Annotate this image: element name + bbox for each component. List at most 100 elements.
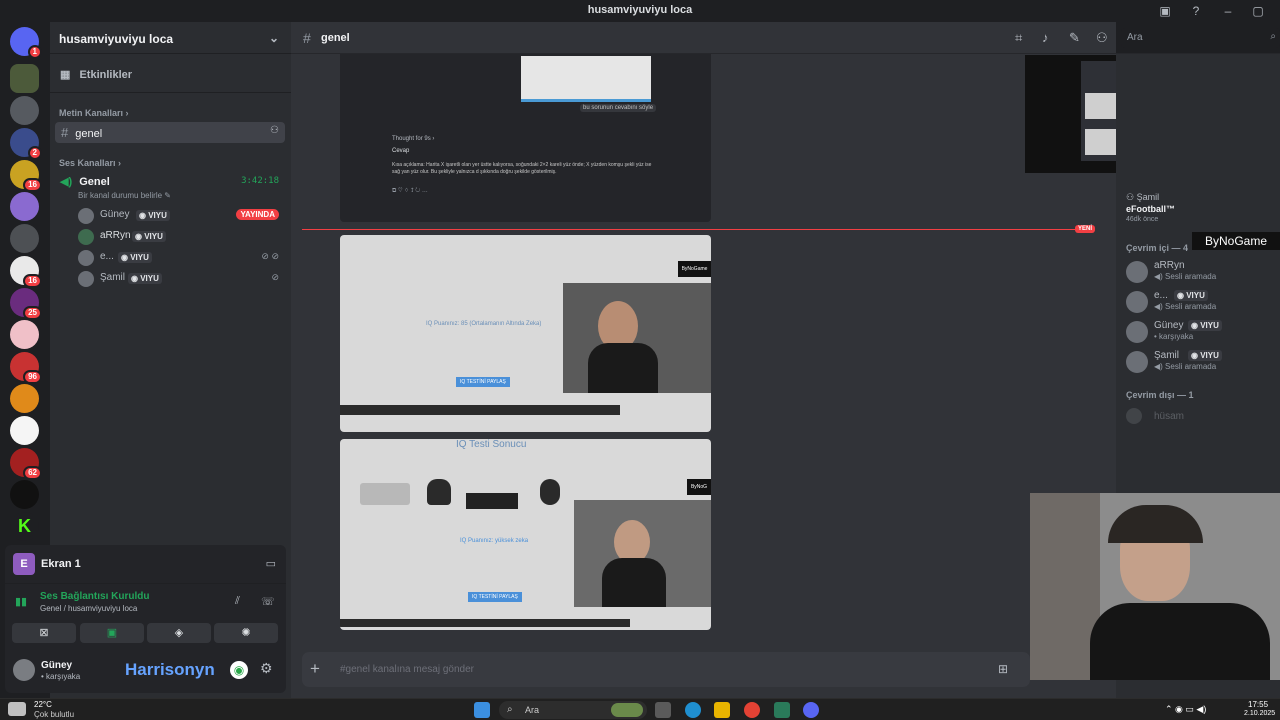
message-composer[interactable]: + #genel kanalına mesaj gönder ⊞: [302, 652, 1030, 687]
threads-icon[interactable]: ⌗: [1015, 30, 1022, 46]
iq-result-text: IQ Puanınız: yüksek zeka: [460, 538, 529, 544]
server-icon[interactable]: [10, 480, 39, 509]
search-input[interactable]: Ara ⌕: [1121, 28, 1280, 48]
voice-channel-genel[interactable]: ◀) Genel 3:42:18: [60, 175, 285, 188]
voice-category[interactable]: Ses Kanalları ›: [59, 158, 121, 168]
taskbar-search[interactable]: ⌕ Ara: [499, 701, 647, 719]
voice-status-prompt[interactable]: Bir kanal durumu belirle ✎: [78, 191, 171, 200]
channel-item-genel[interactable]: # genel ⚇: [55, 122, 285, 143]
bell-icon[interactable]: ♪: [1042, 30, 1049, 45]
mic-icon[interactable]: ◉: [230, 661, 248, 679]
stream-avatar: E: [13, 553, 35, 575]
server-icon[interactable]: 96: [10, 352, 42, 384]
server-icon[interactable]: [10, 96, 39, 125]
server-icon[interactable]: [10, 320, 39, 349]
events-item[interactable]: ▦ Etkinlikler: [60, 68, 132, 81]
message-image[interactable]: [521, 56, 651, 102]
discord-home-icon[interactable]: 1: [10, 27, 42, 59]
pin-icon[interactable]: ✎: [1069, 30, 1080, 46]
noise-suppression-icon[interactable]: ⫽: [235, 595, 240, 608]
help-icon[interactable]: ?: [1188, 3, 1204, 19]
server-icon[interactable]: [10, 64, 39, 93]
disconnect-icon[interactable]: ☏: [261, 595, 275, 608]
voice-user[interactable]: Şamil ◉ VIYU ⊘: [78, 270, 283, 288]
camera-button[interactable]: ⊠: [12, 623, 76, 643]
app-icon[interactable]: [774, 702, 790, 718]
muted-icon: ⊘: [271, 272, 279, 282]
reply-label: Cevap: [392, 148, 410, 154]
connection-status[interactable]: Ses Bağlantısı Kuruldu: [40, 591, 149, 602]
member-item[interactable]: hüsam: [1126, 405, 1276, 433]
activity-button[interactable]: ◈: [147, 623, 211, 643]
webcam-overlay: [563, 283, 711, 393]
task-view-icon[interactable]: [655, 702, 671, 718]
avatar: [78, 208, 94, 224]
hash-icon: #: [303, 30, 311, 46]
gift-icon[interactable]: ⊞: [998, 662, 1008, 676]
message-actions[interactable]: ⧉ ♡ ♢ ↥ ↻ …: [392, 188, 428, 195]
member-item[interactable]: Güney ◉ VIYU • karşıyaka: [1126, 318, 1276, 346]
windows-start-icon[interactable]: [474, 702, 490, 718]
screenshot-image[interactable]: ByNoGame IQ Puanınız: 85 (Ortalamanın Al…: [340, 235, 711, 432]
online-header: Çevrim içi — 4: [1126, 243, 1189, 253]
server-header[interactable]: husamviyuviyu loca ⌄: [50, 22, 291, 54]
minimize-icon[interactable]: –: [1220, 3, 1236, 19]
voice-user[interactable]: Güney ◉ VIYU YAYINDA: [78, 207, 283, 225]
weather-temp[interactable]: 22°C: [34, 700, 52, 709]
avatar: [78, 250, 94, 266]
server-icon[interactable]: 16: [10, 256, 42, 288]
webcam-overlay: [1030, 493, 1280, 680]
server-icon[interactable]: 16: [10, 160, 42, 192]
voice-user[interactable]: aRRyn ◉ VIYU: [78, 228, 283, 246]
connection-detail[interactable]: Genel / husamviyuviyu loca: [40, 604, 137, 613]
discord-icon[interactable]: [803, 702, 819, 718]
server-icon[interactable]: [10, 384, 39, 413]
clock-date[interactable]: 2.10.2025: [1244, 710, 1275, 717]
bynogame-watermark: ByNoGame: [678, 261, 711, 277]
image-caption: bu sorunun cevabını söyle: [580, 104, 657, 112]
server-icon[interactable]: 62: [10, 448, 42, 480]
text-category[interactable]: Metin Kanalları ›: [59, 108, 129, 118]
screenshot-image[interactable]: IQ Testi Sonucu IQ Puanınız: yüksek zeka…: [340, 439, 711, 630]
member-item[interactable]: Şamil ◉ VIYU ◀) Sesli aramada: [1126, 348, 1276, 376]
clock-time[interactable]: 17:55: [1248, 700, 1268, 709]
server-icon[interactable]: 25: [10, 288, 42, 320]
title-bar: husamviyuviyu loca ▣ ? – ▢: [0, 0, 1280, 22]
avatar: [78, 271, 94, 287]
members-icon[interactable]: ⚇: [1096, 30, 1108, 46]
voice-status: ◀) Sesli aramada: [1154, 302, 1217, 311]
divider: [50, 92, 291, 93]
tag-badge: ◉ VIYU: [132, 231, 166, 242]
tag-badge: ◉ VIYU: [1188, 320, 1222, 331]
calendar-icon: ▦: [60, 69, 71, 81]
add-member-icon[interactable]: ⚇: [270, 125, 279, 136]
file-explorer-icon[interactable]: [714, 702, 730, 718]
tag-badge: ◉ VIYU: [1188, 350, 1222, 361]
screenshare-button[interactable]: ▣: [80, 623, 144, 643]
member-item[interactable]: e... ◉ VIYU ◀) Sesli aramada: [1126, 288, 1276, 316]
voice-user[interactable]: e... ◉ VIYU ⊘ ⊘: [78, 249, 283, 267]
maximize-icon[interactable]: ▢: [1250, 3, 1266, 19]
gamepad-icon: ◈: [174, 627, 184, 639]
server-icon[interactable]: [10, 224, 39, 253]
user-avatar[interactable]: [13, 659, 35, 681]
server-icon[interactable]: [10, 416, 39, 445]
weather-desc[interactable]: Çok bulutlu: [34, 710, 74, 719]
server-icon[interactable]: [10, 192, 39, 221]
soundboard-icon: ✺: [241, 627, 251, 639]
plus-icon[interactable]: +: [310, 659, 320, 679]
message-input[interactable]: #genel kanalına mesaj gönder: [340, 664, 474, 675]
chrome-icon[interactable]: [744, 702, 760, 718]
channel-name: genel: [321, 32, 350, 44]
inbox-icon[interactable]: ▣: [1157, 3, 1173, 19]
kick-server-icon[interactable]: K: [10, 512, 39, 541]
user-name[interactable]: Güney: [41, 660, 72, 671]
popout-icon[interactable]: ▭: [266, 557, 276, 570]
server-icon[interactable]: 2: [10, 128, 42, 160]
soundboard-button[interactable]: ✺: [214, 623, 278, 643]
taskbar: 22°C Çok bulutlu ⌕ Ara ⌃ ◉ ▭ ◀) 17:55 2.…: [0, 698, 1280, 720]
tray-icons[interactable]: ⌃ ◉ ▭ ◀): [1165, 704, 1206, 715]
edge-icon[interactable]: [685, 702, 701, 718]
member-item[interactable]: aRRyn ◀) Sesli aramada: [1126, 258, 1276, 286]
gear-icon[interactable]: ⚙: [260, 660, 273, 677]
